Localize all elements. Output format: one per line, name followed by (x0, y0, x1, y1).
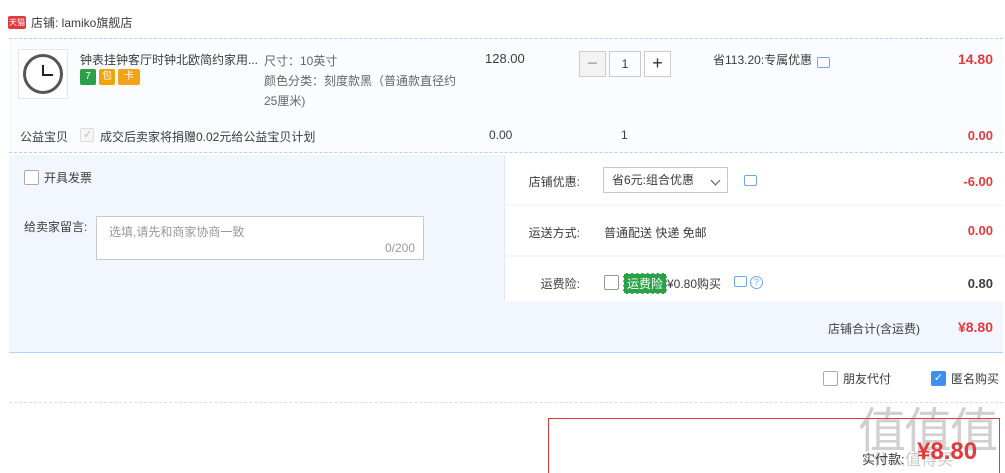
service-badges: 7 包 卡 (80, 69, 140, 85)
clock-icon (23, 54, 63, 94)
help-icon[interactable]: ? (750, 276, 763, 289)
remark-label: 给卖家留言: (24, 220, 88, 234)
store-total-value: ¥8.80 (957, 319, 993, 335)
product-title[interactable]: 钟表挂钟客厅时钟北欧简约家用... (80, 51, 260, 68)
chevron-down-icon (710, 175, 721, 186)
invoice-label: 开具发票 (44, 171, 93, 185)
shipping-label: 运送方式: (528, 226, 580, 240)
sku-size: 尺寸：10英寸 (264, 54, 338, 68)
remark-placeholder: 选填,请先和商家协商一致 (109, 225, 245, 239)
seven-day-return-icon[interactable]: 7 (80, 69, 96, 85)
message-icon[interactable] (817, 57, 831, 68)
friend-pay-label: 朋友代付 (843, 372, 892, 386)
increase-button[interactable]: + (644, 51, 671, 77)
charity-label: 公益宝贝 (20, 130, 69, 144)
shop-discount-select[interactable]: 省6元:组合优惠 (603, 167, 728, 193)
store-total-label: 店铺合计(含运费) (828, 322, 920, 336)
insurance-price: ¥0.80购买 (667, 277, 722, 291)
payment-label: 实付款: (862, 452, 905, 467)
shop-discount-selected: 省6元:组合优惠 (612, 173, 695, 187)
decrease-button[interactable]: − (579, 51, 606, 77)
charity-quantity: 1 (621, 128, 628, 142)
message-icon[interactable] (734, 276, 747, 287)
quantity-input[interactable]: 1 (609, 51, 641, 77)
insurance-value: 0.80 (967, 276, 993, 291)
tmall-icon: 天猫 (8, 15, 26, 29)
options-divider (9, 402, 1003, 403)
insurance-tag: 运费险 (623, 273, 668, 294)
shipping-method: 普通配送 快递 免邮 (604, 226, 707, 240)
message-icon[interactable] (744, 175, 757, 186)
friend-pay-checkbox[interactable] (823, 371, 838, 386)
remark-count: 0/200 (384, 241, 415, 255)
package-icon[interactable]: 包 (99, 69, 115, 85)
charity-subtotal: 0.00 (967, 128, 993, 143)
sku-color: 颜色分类：刻度款黑（普通款直径约25厘米) (264, 74, 457, 108)
item-divider (9, 152, 1003, 153)
sku-info: 尺寸：10英寸 颜色分类：刻度款黑（普通款直径约25厘米) (264, 51, 464, 111)
charity-text: 成交后卖家将捐赠0.02元给公益宝贝计划 (100, 130, 316, 144)
insurance-icons: ? (734, 276, 763, 289)
invoice-checkbox[interactable] (24, 170, 39, 185)
remark-textarea[interactable]: 选填,请先和商家协商一致 0/200 (96, 216, 424, 260)
invoice-option[interactable]: 开具发票 (24, 169, 92, 186)
shop-discount-value: -6.00 (963, 174, 993, 189)
quantity-stepper: − 1 + (579, 51, 671, 77)
unit-price: 128.00 (485, 51, 525, 66)
product-thumbnail[interactable] (18, 49, 68, 99)
discount-text: 省113.20:专属优惠 (713, 53, 813, 67)
friend-pay-option[interactable]: 朋友代付 (823, 370, 891, 387)
item-discount: 省113.20:专属优惠 (713, 51, 831, 68)
store-header: 天猫 店铺: lamiko旗舰店 (8, 12, 132, 32)
anonymous-option[interactable]: ✓ 匿名购买 (931, 370, 999, 387)
insurance-label: 运费险: (540, 277, 580, 291)
insurance-checkbox[interactable] (604, 275, 619, 290)
shipping-cost: 0.00 (967, 223, 993, 238)
payment-amount: ¥8.80 (917, 438, 978, 465)
anonymous-label: 匿名购买 (951, 372, 1000, 386)
anonymous-checkbox[interactable]: ✓ (931, 371, 946, 386)
charity-price: 0.00 (489, 128, 513, 142)
credit-card-icon[interactable]: 卡 (118, 69, 140, 85)
store-name[interactable]: 店铺: lamiko旗舰店 (31, 14, 132, 31)
check-icon: ✓ (83, 129, 93, 141)
shop-discount-label: 店铺优惠: (528, 175, 580, 189)
charity-checkbox: ✓ (80, 128, 94, 142)
item-subtotal: 14.80 (957, 51, 993, 67)
